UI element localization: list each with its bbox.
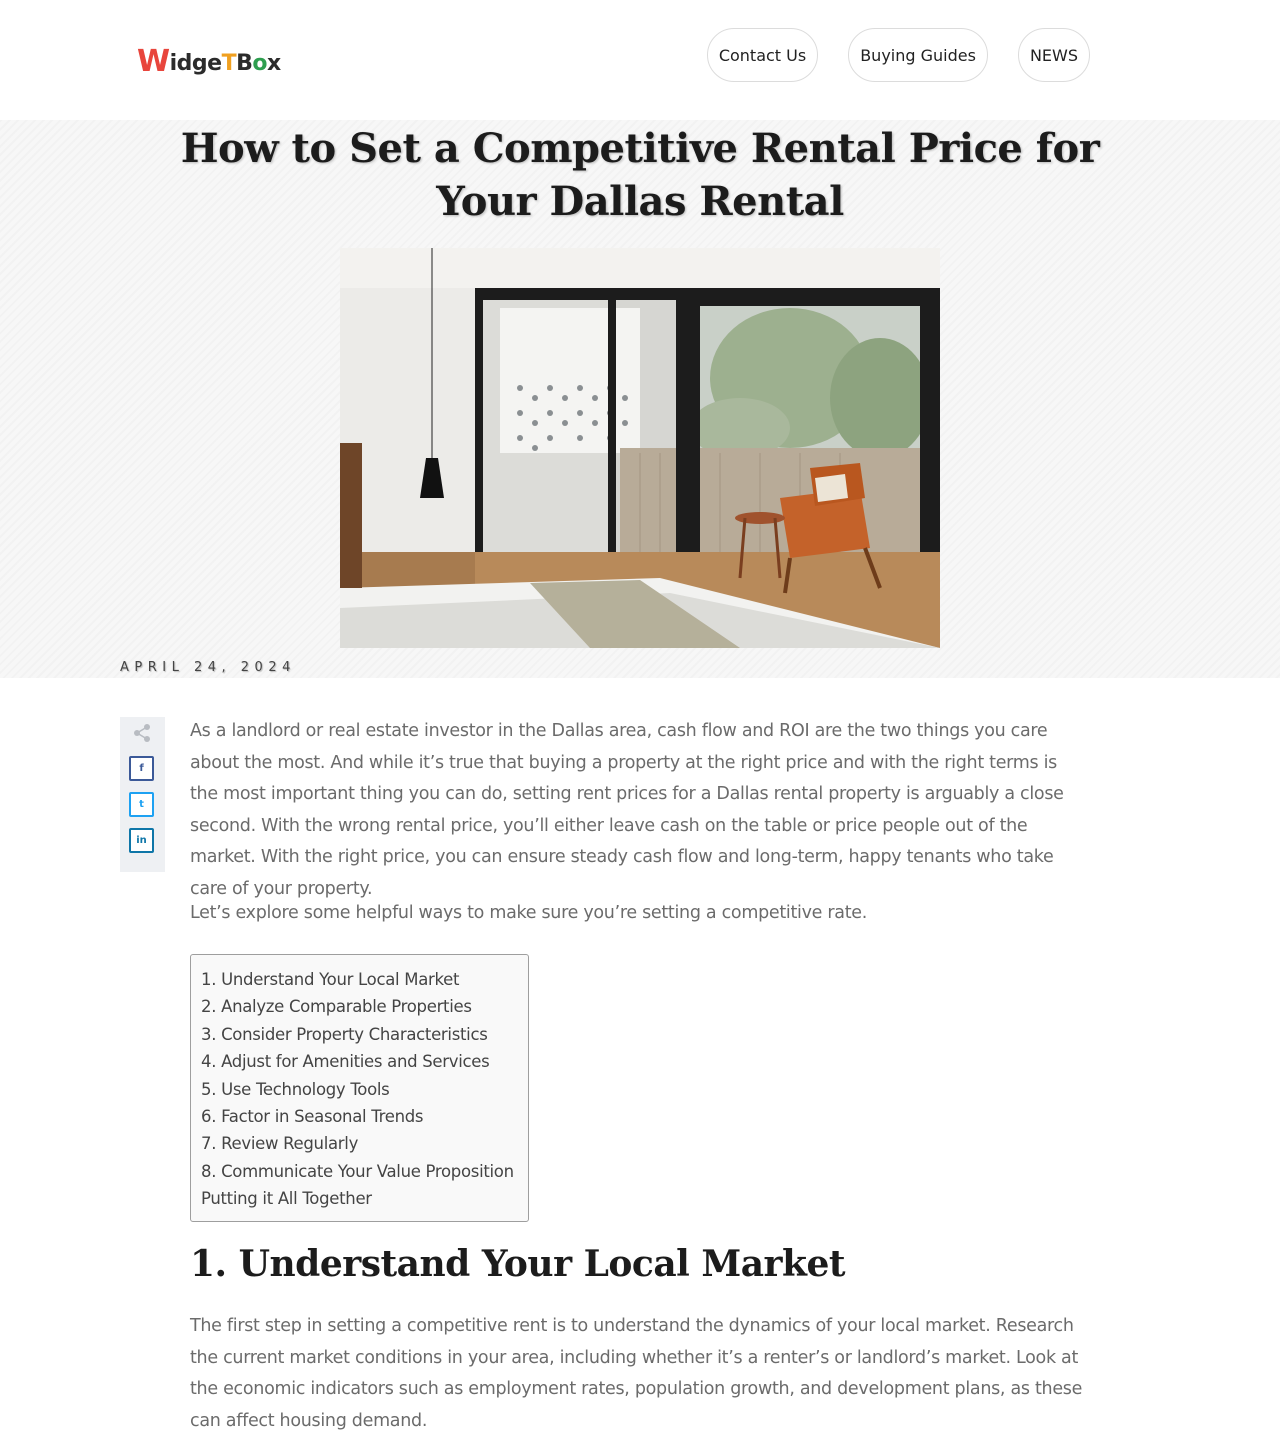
- table-of-contents: 1. Understand Your Local Market 2. Analy…: [190, 954, 529, 1222]
- linkedin-icon[interactable]: in: [129, 828, 154, 853]
- post-hero: How to Set a Competitive Rental Price fo…: [0, 120, 1280, 678]
- toc-item[interactable]: 7. Review Regularly: [201, 1130, 518, 1157]
- hero-image: [340, 248, 940, 648]
- toc-item[interactable]: Putting it All Together: [201, 1185, 518, 1212]
- toc-item[interactable]: 2. Analyze Comparable Properties: [201, 993, 518, 1020]
- nav-news[interactable]: NEWS: [1017, 28, 1090, 82]
- toc-item[interactable]: 4. Adjust for Amenities and Services: [201, 1048, 518, 1075]
- twitter-icon[interactable]: t: [129, 792, 154, 817]
- nav-buying-guides[interactable]: Buying Guides: [848, 28, 988, 82]
- site-header: W idgeTBox Contact Us Buying Guides NEWS: [0, 0, 1280, 120]
- main-nav: Contact Us Buying Guides NEWS: [706, 28, 1090, 82]
- toc-item[interactable]: 1. Understand Your Local Market: [201, 966, 518, 993]
- logo-text: idgeTBox: [169, 51, 282, 76]
- toc-item[interactable]: 8. Communicate Your Value Proposition: [201, 1158, 518, 1185]
- toc-item[interactable]: 5. Use Technology Tools: [201, 1076, 518, 1103]
- section-heading: 1. Understand Your Local Market: [190, 1243, 845, 1285]
- nav-contact-us[interactable]: Contact Us: [706, 28, 819, 82]
- section-paragraph: The first step in setting a competitive …: [190, 1316, 1083, 1431]
- post-title: How to Set a Competitive Rental Price fo…: [180, 125, 1100, 225]
- intro-paragraph: As a landlord or real estate investor in…: [190, 721, 1064, 899]
- site-logo[interactable]: W idgeTBox: [137, 44, 282, 79]
- logo-letter-w: W: [137, 44, 170, 79]
- share-bar: f t in: [120, 717, 165, 872]
- toc-item[interactable]: 3. Consider Property Characteristics: [201, 1021, 518, 1048]
- lead-paragraph: Let’s explore some helpful ways to make …: [190, 903, 867, 923]
- toc-item[interactable]: 6. Factor in Seasonal Trends: [201, 1103, 518, 1130]
- share-icon: [134, 724, 150, 742]
- facebook-icon[interactable]: f: [129, 756, 154, 781]
- post-date: APRIL 24, 2024: [120, 660, 296, 675]
